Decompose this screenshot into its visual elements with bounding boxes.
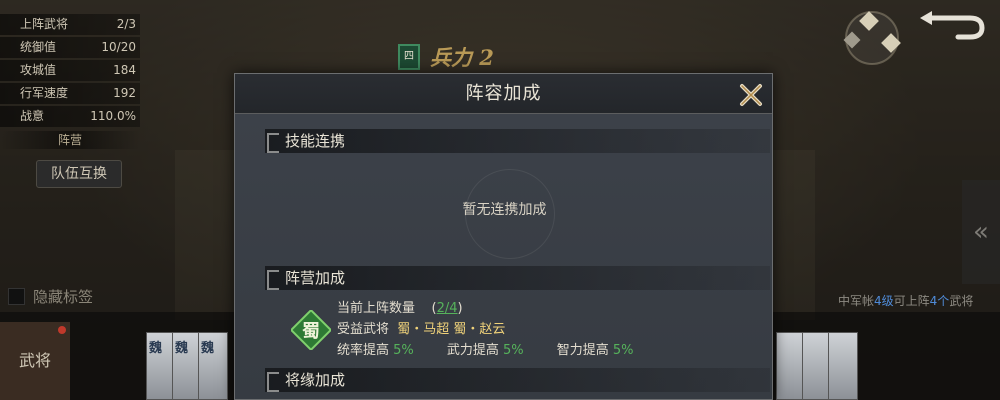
- bonus-value: 5%: [612, 343, 634, 358]
- beneficiary-line: 受益武将 蜀・马超 蜀・赵云: [337, 319, 633, 340]
- svg-text:蜀: 蜀: [302, 321, 320, 342]
- stat-value: 184: [113, 63, 136, 77]
- info-prefix: 中军帐: [838, 294, 875, 308]
- center-tent-info: 中军帐4级可上阵4个武将: [838, 292, 973, 309]
- stat-row: 上阵武将 2/3: [0, 14, 140, 35]
- hide-tags-toggle[interactable]: 隐藏标签: [8, 286, 93, 307]
- current-count-value[interactable]: 2/4: [437, 301, 458, 316]
- beneficiary-label: 受益武将: [337, 322, 390, 337]
- shu-faction-icon: 蜀: [291, 310, 331, 350]
- info-suffix: 武将: [949, 294, 974, 308]
- skill-empty-text: 暂无连携加成: [462, 202, 547, 218]
- hide-tags-label: 隐藏标签: [33, 288, 94, 306]
- dialog-title: 阵容加成: [465, 83, 542, 104]
- camp-label[interactable]: 阵营: [0, 131, 140, 149]
- generals-tab[interactable]: 武将: [0, 322, 70, 400]
- info-level: 4级: [874, 294, 894, 308]
- expand-arrow-icon[interactable]: «: [962, 180, 1000, 284]
- general-card[interactable]: [828, 332, 858, 400]
- close-icon[interactable]: [738, 82, 764, 108]
- stat-value: 110.0%: [90, 109, 136, 123]
- stat-label: 统御值: [20, 40, 57, 54]
- lineup-bonus-dialog: 阵容加成 技能连携 暂无连携加成 阵营加成 蜀 当前上阵数量 (2/4) 受益武…: [234, 73, 773, 400]
- stat-value: 192: [113, 86, 136, 100]
- info-mid: 可上阵: [893, 294, 930, 308]
- bonus-value: 5%: [393, 343, 414, 358]
- card-faction: 魏: [149, 341, 163, 356]
- bonus-line: 统率提高 5% 武力提高 5% 智力提高 5%: [337, 340, 633, 361]
- current-count-label: 当前上阵数量: [337, 301, 416, 316]
- swap-team-button[interactable]: 队伍互换: [36, 160, 122, 188]
- stat-label: 战意: [20, 109, 45, 123]
- card-faction: 魏: [175, 341, 189, 356]
- card-faction: 魏: [201, 341, 215, 356]
- troop-text: 兵力 2: [430, 45, 494, 70]
- stat-row: 攻城值 184: [0, 60, 140, 81]
- stat-label: 攻城值: [20, 63, 57, 77]
- section-camp-bonus: 阵营加成: [265, 266, 770, 290]
- notification-dot-icon: [58, 326, 66, 334]
- formation-icon[interactable]: [832, 8, 912, 68]
- section-skill-link: 技能连携: [265, 129, 770, 153]
- troop-badge: 四: [398, 44, 420, 70]
- bonus-value: 5%: [503, 343, 524, 358]
- stat-row: 统御值 10/20: [0, 37, 140, 58]
- bonus-label: 统率提高: [337, 343, 390, 358]
- section-fate-bonus: 将缘加成: [265, 368, 770, 392]
- beneficiary-names: 蜀・马超 蜀・赵云: [397, 322, 506, 337]
- hide-tags-checkbox[interactable]: [8, 288, 25, 305]
- bonus-label: 智力提高: [556, 343, 609, 358]
- stat-row: 战意 110.0%: [0, 106, 140, 127]
- stat-label: 行军速度: [20, 86, 69, 100]
- stat-label: 上阵武将: [20, 17, 69, 31]
- dialog-header: 阵容加成: [235, 74, 772, 114]
- stat-value: 2/3: [116, 17, 136, 31]
- current-count-line: 当前上阵数量 (2/4): [337, 301, 463, 316]
- stat-value: 10/20: [101, 40, 136, 54]
- info-count: 4个: [929, 294, 950, 308]
- camp-bonus-info: 当前上阵数量 (2/4) 受益武将 蜀・马超 蜀・赵云 统率提高 5% 武力提高…: [337, 298, 633, 361]
- troop-indicator: 四 兵力 2: [398, 42, 494, 72]
- generals-tab-label: 武将: [18, 351, 51, 370]
- bonus-label: 武力提高: [446, 343, 499, 358]
- back-icon[interactable]: [918, 10, 988, 40]
- stats-panel: 上阵武将 2/3 统御值 10/20 攻城值 184 行军速度 192 战意 110.0%…: [0, 14, 140, 149]
- stat-row: 行军速度 192: [0, 83, 140, 104]
- general-card[interactable]: 魏: [198, 332, 228, 400]
